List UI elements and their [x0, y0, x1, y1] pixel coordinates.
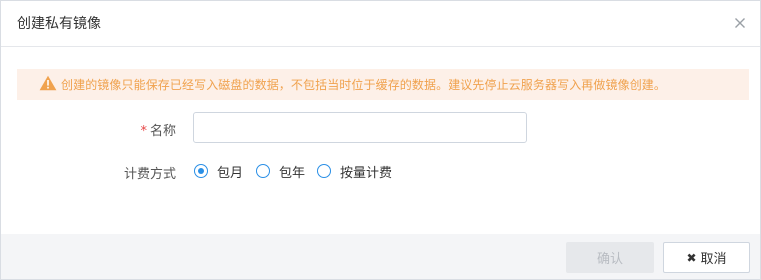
radio-billing-yearly[interactable]: 包年	[256, 162, 306, 181]
radio-billing-pay-as-you-go[interactable]: 按量计费	[317, 162, 393, 181]
cancel-button[interactable]: ✖ 取消	[663, 242, 750, 273]
radio-billing-monthly[interactable]: 包月	[194, 162, 244, 181]
warning-banner: 创建的镜像只能保存已经写入磁盘的数据，不包括当时位于缓存的数据。建议先停止云服务…	[17, 69, 749, 100]
close-icon[interactable]	[730, 13, 750, 33]
radio-label: 按量计费	[340, 165, 393, 181]
dialog-footer: 确认 ✖ 取消	[1, 234, 760, 279]
required-mark: *	[140, 124, 147, 139]
name-label: * 名称	[56, 120, 176, 139]
name-label-text: 名称	[149, 124, 176, 139]
billing-label: 计费方式	[123, 167, 176, 182]
radio-circle[interactable]	[317, 164, 331, 178]
warning-text: 创建的镜像只能保存已经写入磁盘的数据，不包括当时位于缓存的数据。建议先停止云服务…	[61, 78, 667, 92]
close-icon: ✖	[686, 250, 697, 265]
warning-triangle-icon	[39, 75, 57, 91]
radio-label: 包月	[217, 165, 244, 181]
radio-circle-checked[interactable]	[194, 164, 208, 178]
radio-label: 包年	[279, 165, 306, 181]
cancel-label: 取消	[700, 252, 727, 267]
create-private-image-dialog: 创建私有镜像 创建的镜像只能保存已经写入磁盘的数据，不包括当时位于缓存的数据。建…	[0, 0, 761, 280]
dialog-title: 创建私有镜像	[17, 16, 101, 32]
confirm-button[interactable]: 确认	[566, 242, 654, 273]
radio-circle[interactable]	[256, 164, 270, 178]
dialog-header: 创建私有镜像	[1, 1, 760, 47]
name-input[interactable]	[193, 112, 527, 143]
